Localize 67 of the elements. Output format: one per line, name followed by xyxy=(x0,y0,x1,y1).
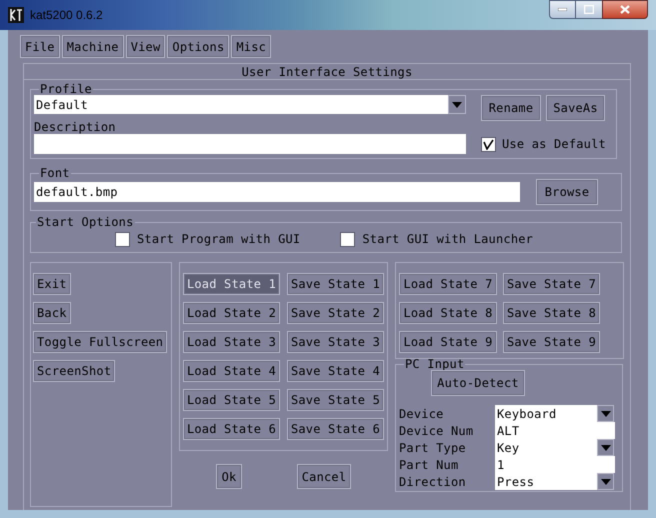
field-label: Direction xyxy=(399,474,467,490)
group-title: Profile xyxy=(39,83,93,95)
close-button[interactable] xyxy=(602,0,648,19)
panel-title: User Interface Settings xyxy=(242,64,412,80)
rename-button[interactable]: Rename xyxy=(481,95,541,121)
save-state-button[interactable]: Save State 4 xyxy=(287,360,384,382)
window-title: kat5200 0.6.2 xyxy=(30,7,103,24)
dropdown[interactable]: Keyboard xyxy=(495,405,615,422)
description-field[interactable] xyxy=(34,134,466,154)
action-button[interactable]: Toggle Fullscreen xyxy=(33,331,168,353)
group-title: Start Options xyxy=(36,216,135,228)
input-field[interactable]: ALT xyxy=(495,422,615,439)
menu-button[interactable]: File xyxy=(20,35,60,58)
maximize-icon xyxy=(584,5,594,14)
menu-button[interactable]: Options xyxy=(167,35,230,58)
field-label: Device Num xyxy=(399,422,474,440)
profile-dropdown[interactable]: Default xyxy=(34,95,466,114)
load-state-button[interactable]: Load State 1 xyxy=(183,273,280,295)
checkbox[interactable] xyxy=(340,232,356,246)
checkbox-label: Use as Default xyxy=(502,136,606,153)
dropdown[interactable]: Press xyxy=(495,473,615,490)
load-state-button[interactable]: Load State 4 xyxy=(183,360,280,382)
load-state-button[interactable]: Load State 8 xyxy=(399,302,497,324)
save-state-button[interactable]: Save State 9 xyxy=(503,331,600,353)
group-title: Font xyxy=(39,167,71,179)
save-state-button[interactable]: Save State 8 xyxy=(503,302,600,324)
field-label: Part Type xyxy=(399,440,467,456)
load-state-button[interactable]: Load State 7 xyxy=(399,273,497,295)
field-label: Device xyxy=(399,406,445,422)
menu-button[interactable]: Machine xyxy=(62,35,124,58)
load-state-button[interactable]: Load State 3 xyxy=(183,331,280,353)
checkbox-label: Start GUI with Launcher xyxy=(362,231,534,248)
save-state-button[interactable]: Save State 3 xyxy=(287,331,384,353)
save-state-button[interactable]: Save State 6 xyxy=(287,418,384,440)
load-state-button[interactable]: Load State 9 xyxy=(399,331,497,353)
action-button[interactable]: ScreenShot xyxy=(33,360,116,382)
browse-button[interactable]: Browse xyxy=(536,179,598,205)
action-button[interactable]: Back xyxy=(33,302,71,324)
input-field[interactable]: 1 xyxy=(495,456,615,473)
checkbox[interactable] xyxy=(115,232,130,246)
load-state-button[interactable]: Load State 2 xyxy=(183,302,280,324)
check-icon xyxy=(483,138,494,150)
auto-detect-button[interactable]: Auto-Detect xyxy=(431,370,525,396)
save-state-button[interactable]: Save State 2 xyxy=(287,302,384,324)
maximize-button[interactable] xyxy=(576,0,602,19)
menu-button[interactable]: View xyxy=(126,35,166,58)
field-label: Part Num xyxy=(399,456,460,474)
minimize-icon xyxy=(558,8,567,11)
app-logo-icon xyxy=(8,7,24,23)
field-label: Description xyxy=(34,119,117,134)
group-title: PC Input xyxy=(404,358,466,370)
load-state-button[interactable]: Load State 5 xyxy=(183,389,280,411)
save-as-button[interactable]: SaveAs xyxy=(546,95,605,121)
dropdown[interactable]: Key xyxy=(495,439,615,456)
checkbox[interactable] xyxy=(481,136,496,152)
minimize-button[interactable] xyxy=(549,0,576,19)
save-state-button[interactable]: Save State 1 xyxy=(287,273,384,295)
save-state-button[interactable]: Save State 5 xyxy=(287,389,384,411)
save-state-button[interactable]: Save State 7 xyxy=(503,273,600,295)
font-field[interactable]: default.bmp xyxy=(34,182,520,202)
close-icon xyxy=(620,5,630,14)
checkbox-label: Start Program with GUI xyxy=(137,231,300,248)
load-state-button[interactable]: Load State 6 xyxy=(183,418,280,440)
ok-button[interactable]: Ok xyxy=(216,464,242,489)
action-button[interactable]: Exit xyxy=(33,273,71,295)
menu-button[interactable]: Misc xyxy=(231,35,272,58)
cancel-button[interactable]: Cancel xyxy=(297,464,351,489)
